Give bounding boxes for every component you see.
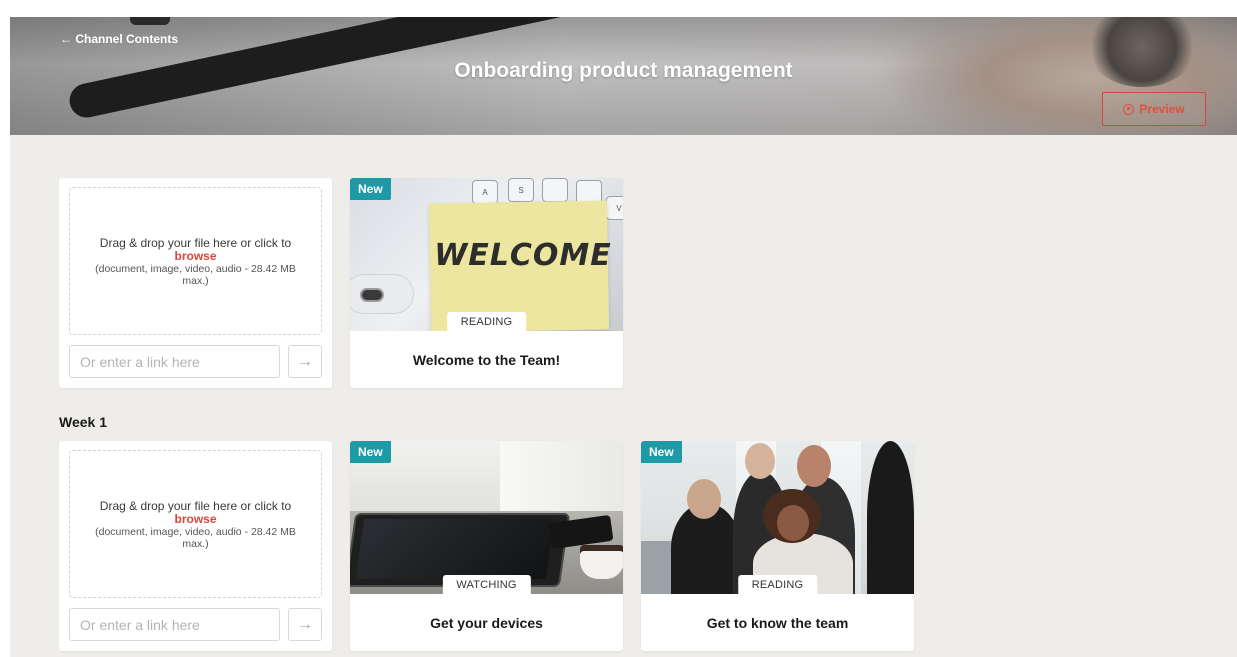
new-badge: New [350, 441, 391, 463]
dropzone-text: Drag & drop your file here or click to [99, 235, 292, 250]
new-badge: New [641, 441, 682, 463]
page-title: Onboarding product management [454, 59, 793, 82]
card-thumbnail: New READING [641, 441, 914, 594]
coffee-cup-image [580, 545, 623, 579]
card-thumbnail: A S V WELCOME New READING [350, 178, 623, 331]
content-type-tag: READING [446, 312, 527, 331]
preview-button-label: Preview [1139, 102, 1185, 116]
person-image [867, 441, 914, 594]
content-card[interactable]: New READING Get to know the team [641, 441, 914, 651]
dropzone-note: (document, image, video, audio - 28.42 M… [95, 262, 296, 287]
file-dropzone[interactable]: Drag & drop your file here or click to b… [69, 187, 322, 335]
card-title: Welcome to the Team! [412, 351, 561, 368]
card-title: Get to know the team [706, 614, 849, 631]
browse-link[interactable]: browse [174, 249, 216, 263]
content-card[interactable]: New WATCHING Get your devices [350, 441, 623, 651]
preview-button[interactable]: Preview [1102, 92, 1206, 126]
upload-card: Drag & drop your file here or click to b… [59, 441, 332, 651]
new-badge: New [350, 178, 391, 200]
back-to-channel-contents-link[interactable]: ← Channel Contents [60, 32, 178, 46]
content-type-tag: READING [737, 575, 818, 594]
content-card[interactable]: A S V WELCOME New READING Welcome to the… [350, 178, 623, 388]
file-dropzone[interactable]: Drag & drop your file here or click to b… [69, 450, 322, 598]
dropzone-note: (document, image, video, audio - 28.42 M… [95, 525, 296, 550]
card-title: Get your devices [430, 614, 543, 631]
submit-link-button[interactable]: → [288, 608, 322, 641]
link-input[interactable] [69, 608, 280, 641]
page: ← Channel Contents Onboarding product ma… [10, 17, 1237, 657]
welcome-text: WELCOME [434, 238, 612, 273]
keyboard-key [542, 178, 568, 202]
link-input[interactable] [69, 345, 280, 378]
keyboard-key: V [606, 196, 623, 220]
browse-link[interactable]: browse [174, 512, 216, 526]
header-banner: ← Channel Contents Onboarding product ma… [10, 17, 1237, 135]
keyboard-key: S [508, 178, 534, 202]
mouse-image [360, 288, 384, 302]
dropzone-text: Drag & drop your file here or click to [99, 498, 292, 513]
content-type-tag: WATCHING [442, 575, 531, 594]
submit-link-button[interactable]: → [288, 345, 322, 378]
card-thumbnail: New WATCHING [350, 441, 623, 594]
arrow-right-icon: → [297, 615, 313, 633]
upload-card: Drag & drop your file here or click to b… [59, 178, 332, 388]
keyboard-key: A [472, 180, 498, 204]
section-heading-week-1: Week 1 [59, 414, 107, 430]
arrow-right-icon: → [297, 352, 313, 370]
eye-icon [1123, 103, 1135, 115]
